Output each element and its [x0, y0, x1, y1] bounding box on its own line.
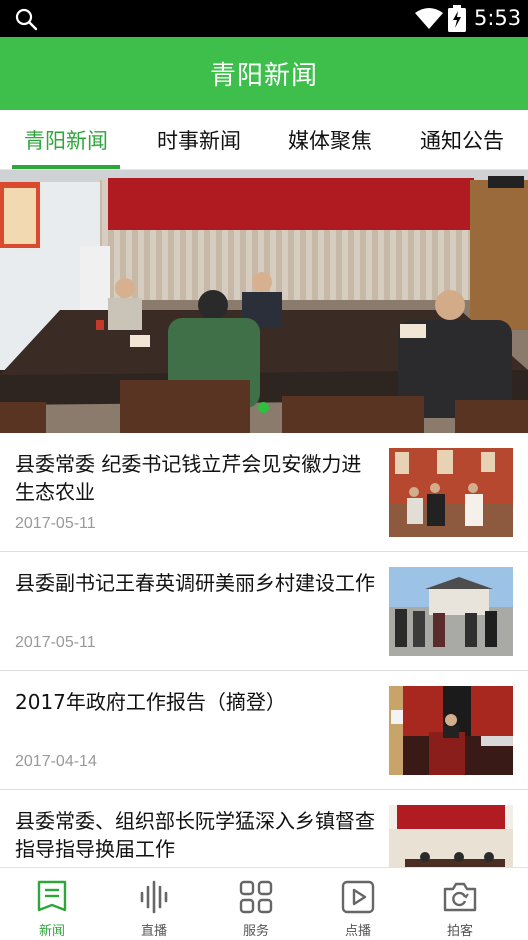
- page-title: 青阳新闻: [209, 61, 318, 91]
- news-headline: 2017年政府工作报告（摘登）: [15, 690, 286, 714]
- tab-qingyang-news[interactable]: 青阳新闻: [12, 110, 120, 170]
- tab-label: 时事新闻: [157, 129, 241, 153]
- nav-label: 点播: [344, 924, 371, 939]
- vod-play-icon: [341, 880, 375, 914]
- search-icon[interactable]: [14, 7, 38, 31]
- status-time: 5:53: [474, 6, 522, 30]
- news-headline: 县委常委、组织部长阮学猛深入乡镇督查指导指导换届工作: [15, 809, 375, 861]
- carousel-dot-active[interactable]: [258, 402, 269, 413]
- battery-charging-icon: [448, 5, 466, 32]
- tab-notices[interactable]: 通知公告: [408, 110, 516, 170]
- wifi-icon: [415, 8, 443, 29]
- news-item[interactable]: 县委副书记王春英调研美丽乡村建设工作 2017-05-11: [0, 552, 528, 671]
- tab-label: 青阳新闻: [24, 129, 108, 153]
- news-list: 县委常委 纪委书记钱立芹会见安徽力进生态农业 2017-05-11 县委副书记王…: [0, 433, 528, 867]
- nav-label: 新闻: [38, 924, 65, 939]
- news-item[interactable]: 县委常委 纪委书记钱立芹会见安徽力进生态农业 2017-05-11: [0, 433, 528, 552]
- nav-label: 拍客: [446, 924, 473, 939]
- news-date: 2017-04-14: [15, 753, 97, 770]
- nav-photographer[interactable]: 拍客: [410, 868, 510, 940]
- news-item[interactable]: 县委常委、组织部长阮学猛深入乡镇督查指导指导换届工作: [0, 790, 528, 867]
- news-item[interactable]: 2017年政府工作报告（摘登） 2017-04-14: [0, 671, 528, 790]
- tab-label: 通知公告: [420, 129, 504, 153]
- live-icon: [140, 880, 168, 914]
- tab-media-focus[interactable]: 媒体聚焦: [276, 110, 384, 170]
- news-headline: 县委常委 纪委书记钱立芹会见安徽力进生态农业: [15, 452, 362, 504]
- news-headline: 县委副书记王春英调研美丽乡村建设工作: [15, 571, 375, 595]
- nav-live[interactable]: 直播: [104, 868, 204, 940]
- camera-icon: [443, 882, 477, 912]
- bottom-navigation: 新闻 直播 服务 点播 拍客: [0, 867, 528, 940]
- banner-photo: [0, 170, 528, 433]
- news-thumbnail: [389, 567, 513, 656]
- news-icon: [37, 880, 67, 912]
- status-bar: 5:53: [0, 0, 528, 37]
- tab-active-indicator: [12, 165, 120, 169]
- nav-label: 服务: [242, 924, 269, 939]
- news-date: 2017-05-11: [15, 634, 96, 651]
- category-tabs: 青阳新闻 时事新闻 媒体聚焦 通知公告: [0, 110, 528, 170]
- banner-carousel[interactable]: [0, 170, 528, 433]
- nav-services[interactable]: 服务: [206, 868, 306, 940]
- nav-vod[interactable]: 点播: [308, 868, 408, 940]
- nav-news[interactable]: 新闻: [2, 868, 102, 940]
- app-header: 青阳新闻: [0, 37, 528, 110]
- nav-label: 直播: [140, 924, 167, 939]
- news-thumbnail: [389, 686, 513, 775]
- news-thumbnail: [389, 448, 513, 537]
- services-icon: [239, 880, 273, 914]
- news-date: 2017-05-11: [15, 515, 96, 532]
- tab-current-affairs[interactable]: 时事新闻: [145, 110, 253, 170]
- news-thumbnail: [389, 805, 513, 867]
- tab-label: 媒体聚焦: [288, 129, 372, 153]
